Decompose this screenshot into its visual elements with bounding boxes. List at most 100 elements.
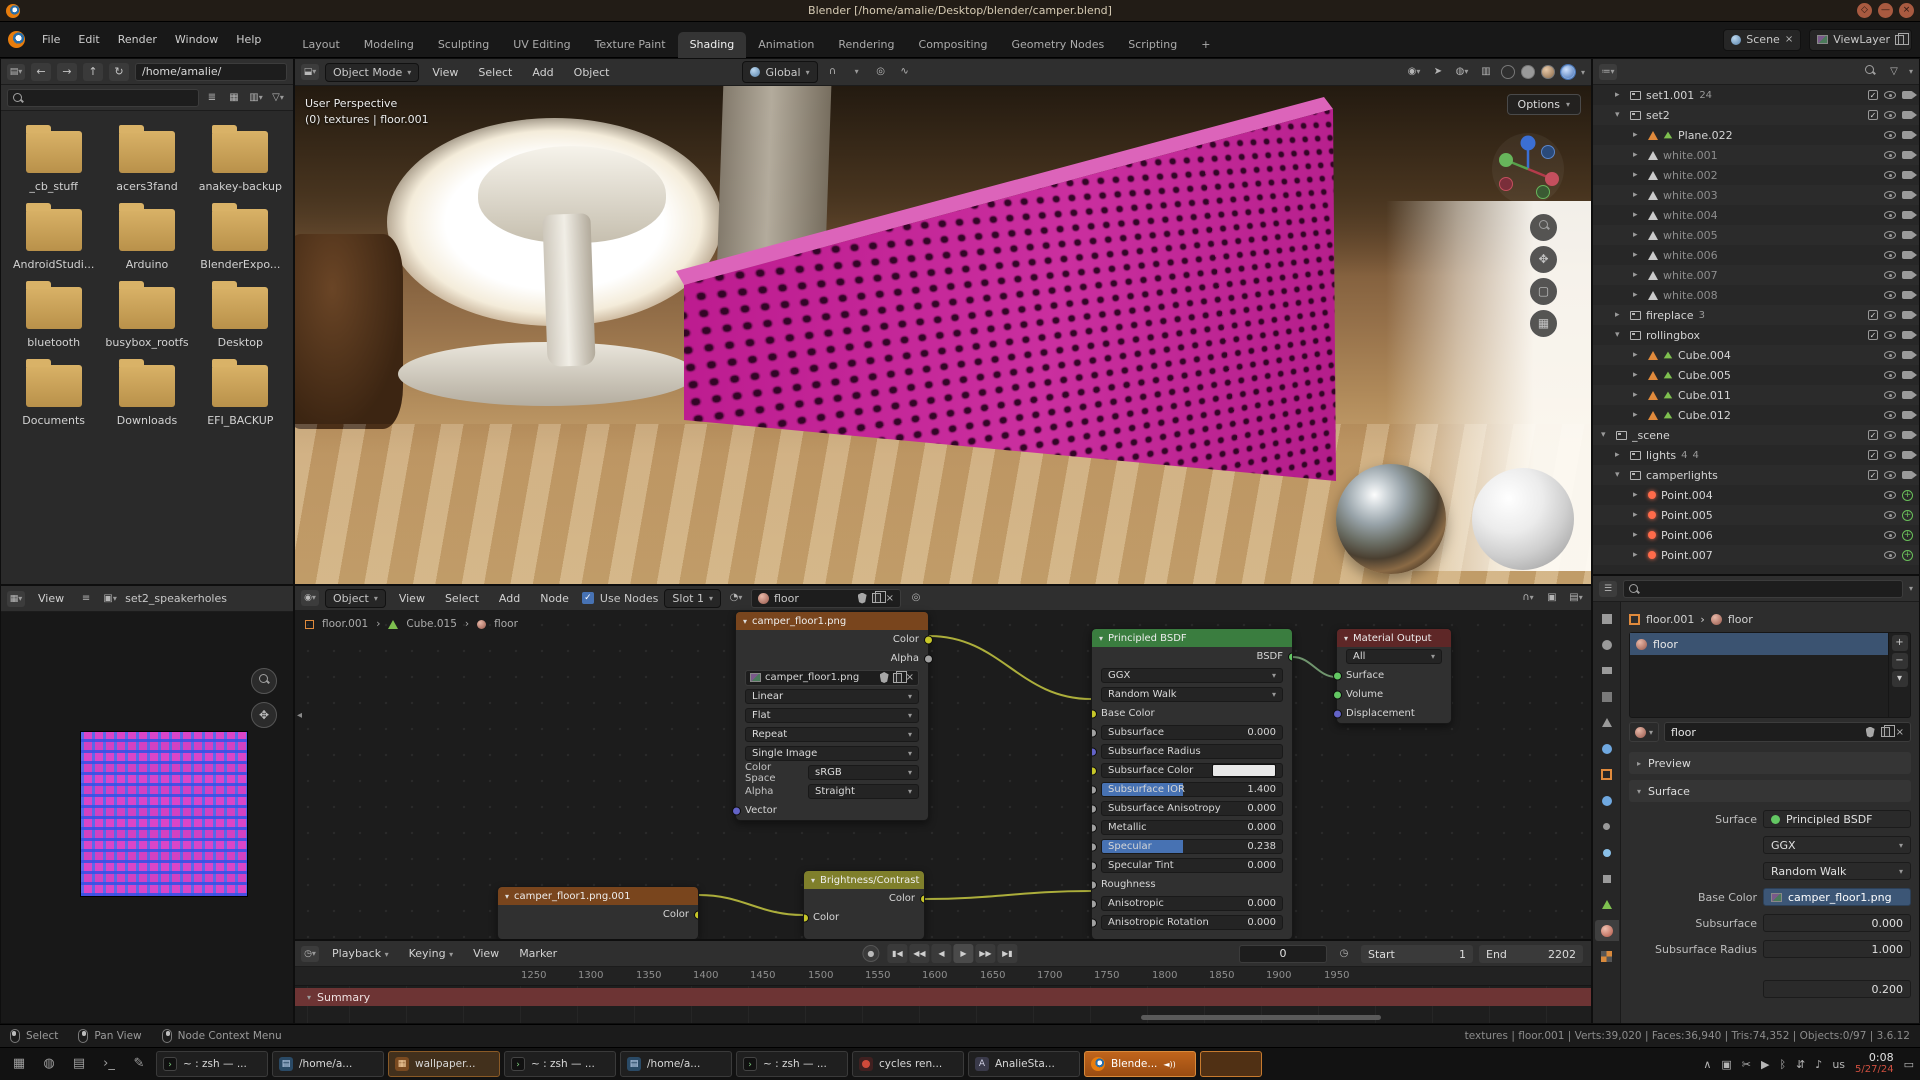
subsurface-radius-socket[interactable] (1091, 747, 1097, 756)
folder-item[interactable]: bluetooth (7, 287, 100, 349)
vector-input-socket[interactable] (732, 806, 741, 815)
folder-item[interactable]: anakey-backup (194, 131, 287, 193)
folder-item[interactable]: Desktop (194, 287, 287, 349)
tab-uv-editing[interactable]: UV Editing (501, 32, 582, 58)
snap-magnet-icon[interactable]: ∩▾ (1519, 590, 1537, 606)
anisotropic-rotation-slider[interactable]: Anisotropic Rotation0.000 (1101, 915, 1283, 930)
viewlayer-selector[interactable]: ViewLayer (1809, 29, 1912, 51)
tab-world[interactable] (1595, 738, 1619, 759)
preview-section-header[interactable]: ▸Preview (1629, 752, 1911, 774)
hamburger-icon[interactable]: ≡ (77, 591, 95, 607)
collapse-icon[interactable]: ▾ (505, 892, 509, 901)
eye-icon[interactable] (1884, 311, 1896, 319)
eye-icon[interactable] (1884, 91, 1896, 99)
editor-type-icon[interactable]: ⬓▾ (301, 64, 319, 80)
tab-view-layer[interactable] (1595, 686, 1619, 707)
view-menu[interactable]: View (425, 63, 465, 82)
expand-icon[interactable]: ▾ (1601, 430, 1611, 440)
bluetooth-icon[interactable]: ᛒ (1779, 1058, 1786, 1071)
expand-icon[interactable]: ▸ (1633, 270, 1643, 280)
add-menu[interactable]: Add (492, 589, 527, 608)
eye-icon[interactable] (1884, 151, 1896, 159)
taskbar-window[interactable]: ›~ : zsh — ... (504, 1051, 616, 1077)
eye-icon[interactable] (1884, 131, 1896, 139)
subsurface-ior-slider[interactable]: Subsurface IOR1.400 (1101, 782, 1283, 797)
color-swatch[interactable] (1212, 764, 1276, 777)
subsurface-color-field[interactable]: Subsurface Color (1101, 763, 1283, 778)
tab-modeling[interactable]: Modeling (352, 32, 426, 58)
browse-material-icon[interactable]: ◔▾ (727, 590, 745, 606)
checkbox-icon[interactable]: ✓ (1868, 310, 1878, 320)
outliner-row[interactable]: ▸fireplace3✓ (1593, 305, 1919, 325)
checkbox-icon[interactable]: ✓ (1868, 110, 1878, 120)
camera-icon[interactable] (1902, 171, 1913, 179)
marker-menu[interactable]: Marker (512, 944, 564, 963)
expand-icon[interactable]: ▾ (1615, 110, 1625, 120)
current-frame-field[interactable]: 0 (1239, 945, 1327, 963)
xray-icon[interactable]: ▥ (1477, 64, 1495, 80)
folder-item[interactable]: EFI_BACKUP (194, 365, 287, 427)
display-settings-icon[interactable]: ▥▾ (247, 90, 265, 106)
checkbox-icon[interactable]: ✓ (1868, 90, 1878, 100)
source-dropdown[interactable]: Single Image▾ (745, 746, 919, 761)
editor-type-icon[interactable]: ≔▾ (1599, 64, 1617, 80)
menu-window[interactable]: Window (166, 29, 227, 50)
checkbox-icon[interactable]: ✓ (1868, 430, 1878, 440)
roughness-socket[interactable] (1091, 880, 1097, 889)
browse-material-icon[interactable]: ▾ (1629, 722, 1659, 742)
material-name-field[interactable]: floor× (1664, 722, 1911, 742)
taskbar-window[interactable]: ›~ : zsh — ... (156, 1051, 268, 1077)
outliner-row[interactable]: ▸white.008 (1593, 285, 1919, 305)
outliner-row[interactable]: ▸set1.00124✓ (1593, 85, 1919, 105)
bsdf-output-socket[interactable] (1288, 652, 1294, 661)
camera-icon[interactable] (1902, 471, 1913, 479)
clipboard-icon[interactable]: ▣ (1721, 1058, 1731, 1071)
end-frame-field[interactable]: End2202 (1479, 945, 1583, 963)
subsurface-color-socket[interactable] (1091, 766, 1097, 775)
options-button[interactable]: Options▾ (1507, 94, 1581, 115)
camera-icon[interactable] (1902, 411, 1913, 419)
collapse-icon[interactable]: ▾ (1099, 634, 1103, 643)
specular-tint-socket[interactable] (1091, 861, 1097, 870)
gizmo-toggle-icon[interactable]: ➤ (1429, 64, 1447, 80)
camera-icon[interactable] (1902, 151, 1913, 159)
media-icon[interactable]: ▶ (1761, 1058, 1769, 1071)
navigation-gizmo[interactable] (1491, 132, 1565, 206)
specular-slider[interactable]: Specular0.238 (1101, 839, 1283, 854)
files-launcher-icon[interactable]: ▤ (66, 1051, 92, 1077)
tab-tool[interactable] (1595, 608, 1619, 629)
taskbar-window-loading[interactable] (1200, 1051, 1262, 1077)
camera-icon[interactable] (1902, 391, 1913, 399)
sss-method-dropdown[interactable]: Random Walk▾ (1763, 862, 1911, 880)
proportional-editing-icon[interactable]: ◎ (872, 64, 890, 80)
eye-icon[interactable] (1884, 511, 1896, 519)
transform-orientation[interactable]: Global▾ (742, 61, 817, 83)
add-slot-button[interactable]: + (1892, 635, 1908, 651)
color-output-socket[interactable] (920, 894, 926, 903)
snap-magnet-icon[interactable]: ∩ (824, 64, 842, 80)
outliner-row[interactable]: ▸white.001 (1593, 145, 1919, 165)
new-material-icon[interactable] (872, 593, 881, 603)
specular-tint-slider[interactable]: Specular Tint0.000 (1101, 858, 1283, 873)
play-button[interactable]: ▶ (953, 944, 973, 963)
render-visibility-icon[interactable]: + (1902, 490, 1913, 501)
camera-icon[interactable] (1902, 431, 1913, 439)
tab-texture[interactable] (1595, 946, 1619, 967)
horizontal-scrollbar[interactable] (1141, 1015, 1381, 1020)
distribution-dropdown[interactable]: GGX▾ (1101, 668, 1283, 683)
camera-icon[interactable] (1902, 251, 1913, 259)
shading-wireframe-icon[interactable] (1501, 65, 1515, 79)
menu-file[interactable]: File (33, 29, 69, 50)
eye-icon[interactable] (1884, 531, 1896, 539)
camera-icon[interactable] (1902, 451, 1913, 459)
image-canvas[interactable]: ✥ (1, 612, 293, 1023)
outliner-row[interactable]: ▾rollingbox✓ (1593, 325, 1919, 345)
tab-scripting[interactable]: Scripting (1116, 32, 1189, 58)
expand-icon[interactable]: ▸ (1633, 130, 1643, 140)
unlink-material-icon[interactable]: × (1896, 727, 1904, 738)
displacement-input-socket[interactable] (1333, 709, 1342, 718)
falloff-icon[interactable]: ∿ (896, 64, 914, 80)
render-visibility-icon[interactable]: + (1902, 510, 1913, 521)
expand-icon[interactable]: ▸ (1633, 490, 1643, 500)
sss-method-dropdown[interactable]: Random Walk▾ (1101, 687, 1283, 702)
